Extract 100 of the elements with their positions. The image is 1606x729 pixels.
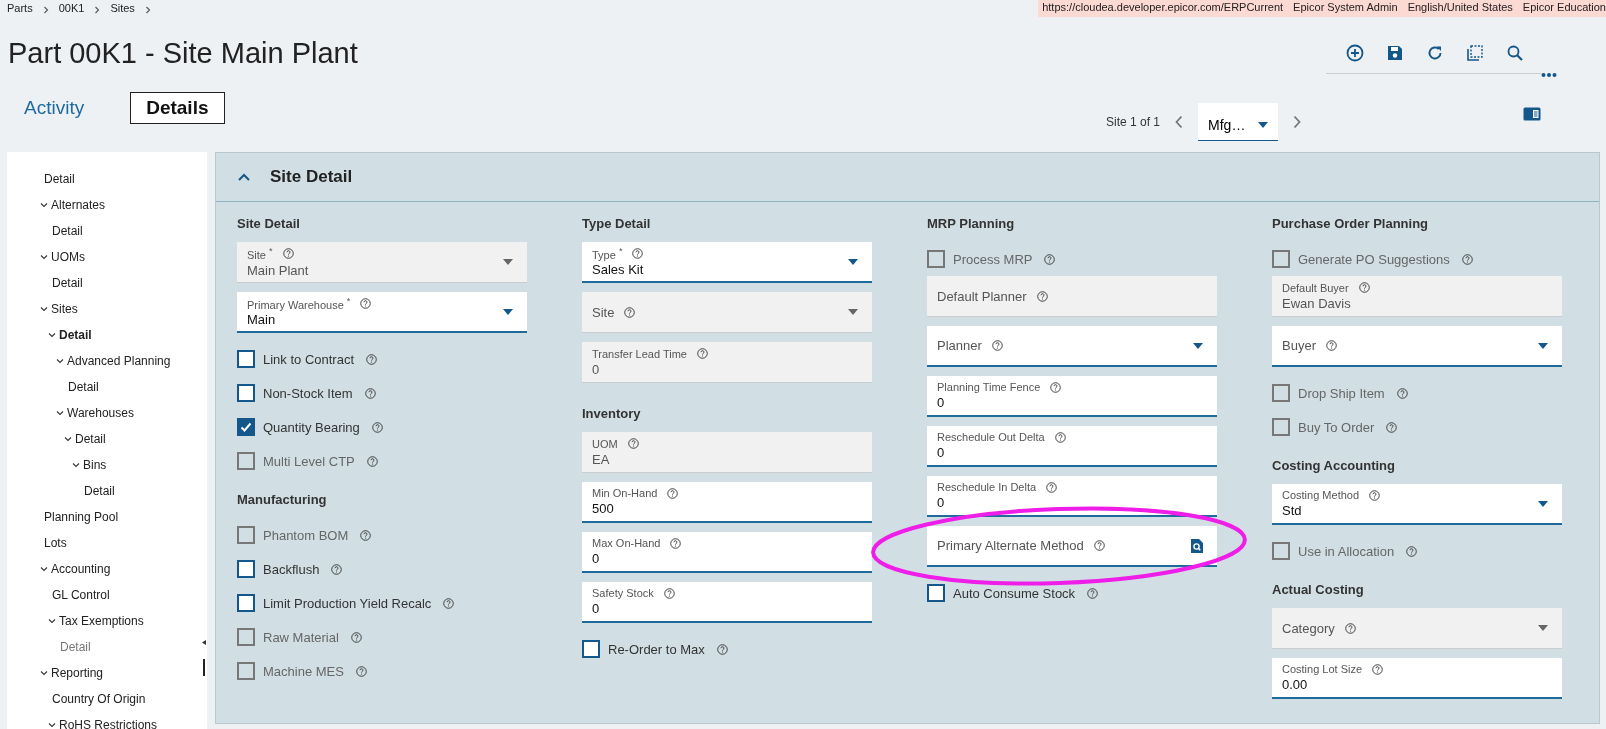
tree-item[interactable]: Detail (7, 270, 207, 296)
help-icon[interactable] (443, 597, 455, 609)
input-field[interactable]: Reschedule Out Delta 0 (927, 426, 1217, 467)
help-icon[interactable] (663, 587, 675, 599)
tree-item[interactable]: RoHS Restrictions (7, 712, 207, 729)
dropdown-field[interactable]: Costing Method Std (1272, 484, 1562, 525)
tree-item[interactable]: Lots (7, 530, 207, 556)
tree-item[interactable]: Detail (7, 218, 207, 244)
tree-item[interactable]: Alternates (7, 192, 207, 218)
help-icon[interactable] (624, 306, 636, 318)
help-icon[interactable] (350, 631, 362, 643)
tree-item[interactable]: Tax Exemptions (7, 608, 207, 634)
help-icon[interactable] (716, 643, 728, 655)
tree-item[interactable]: Planning Pool (7, 504, 207, 530)
input-field[interactable]: Reschedule In Delta 0 (927, 476, 1217, 517)
help-icon[interactable] (1087, 587, 1099, 599)
help-icon[interactable] (1372, 663, 1384, 675)
help-icon[interactable] (1046, 481, 1058, 493)
checkbox[interactable] (582, 640, 600, 658)
next-icon[interactable] (1292, 115, 1303, 129)
help-icon[interactable] (991, 340, 1003, 351)
tree-item[interactable]: Detail (7, 374, 207, 400)
tree-item[interactable]: Detail (7, 166, 207, 192)
tab[interactable]: Details (130, 92, 225, 124)
lookup-field[interactable]: Primary Alternate Method (927, 526, 1217, 567)
help-icon[interactable] (366, 353, 378, 365)
input-field[interactable]: Default Buyer Ewan Davis (1272, 276, 1562, 317)
tree-item[interactable]: Detail (7, 426, 207, 452)
checkbox[interactable] (237, 418, 255, 436)
help-icon[interactable] (627, 438, 639, 449)
more-icon[interactable] (1541, 72, 1557, 78)
input-field[interactable]: Safety Stock 0 (582, 582, 872, 623)
input-field[interactable]: Default Planner (927, 276, 1217, 317)
help-icon[interactable] (1396, 387, 1408, 399)
help-icon[interactable] (364, 387, 376, 399)
add-icon[interactable] (1346, 44, 1364, 62)
input-field[interactable]: UOM EA (582, 432, 872, 473)
selection-icon[interactable] (1466, 44, 1484, 62)
help-icon[interactable] (1054, 431, 1066, 443)
breadcrumb-link[interactable]: 00K1 (58, 2, 85, 17)
help-icon[interactable] (1386, 421, 1398, 433)
checkbox[interactable] (927, 584, 945, 602)
save-icon[interactable] (1386, 44, 1404, 62)
dropdown-field[interactable]: Site $^{*}$ Main Plant (237, 242, 527, 283)
breadcrumb-link[interactable]: Sites (110, 2, 135, 17)
tree-item[interactable]: Warehouses (7, 400, 207, 426)
help-icon[interactable] (1325, 340, 1337, 351)
record-selector[interactable]: Mfg… (1198, 103, 1279, 141)
help-icon[interactable] (282, 248, 294, 259)
tree-item[interactable]: Country Of Origin (7, 686, 207, 712)
tree-item[interactable]: Accounting (7, 556, 207, 582)
help-icon[interactable] (1093, 540, 1105, 551)
refresh-icon[interactable] (1426, 44, 1444, 62)
previous-icon[interactable] (1174, 115, 1185, 129)
help-icon[interactable] (632, 247, 644, 259)
input-field[interactable]: Costing Lot Size 0.00 (1272, 658, 1562, 699)
dropdown-field[interactable]: Type $^{*}$ Sales Kit (582, 242, 872, 283)
help-icon[interactable] (670, 537, 682, 549)
search-icon[interactable] (1191, 538, 1203, 553)
tree-item[interactable]: UOMs (7, 244, 207, 270)
breadcrumb-link[interactable]: Parts (7, 2, 33, 17)
dropdown-field[interactable]: Primary Warehouse $^{*}$ Main (237, 292, 527, 333)
tree-item[interactable]: Advanced Planning (7, 348, 207, 374)
help-icon[interactable] (366, 455, 378, 467)
help-icon[interactable] (1050, 381, 1062, 393)
checkbox[interactable] (237, 384, 255, 402)
input-field[interactable]: Min On-Hand 500 (582, 482, 872, 523)
help-icon[interactable] (331, 563, 343, 575)
checkbox[interactable] (237, 350, 255, 368)
checkbox[interactable] (237, 560, 255, 578)
dropdown-field[interactable]: Site (582, 292, 872, 333)
help-icon[interactable] (1344, 622, 1356, 634)
help-icon[interactable] (1036, 290, 1048, 302)
dropdown-field[interactable]: Planner (927, 326, 1217, 367)
tree-item[interactable]: Detail (7, 478, 207, 504)
collapse-handle-icon[interactable] (201, 637, 207, 677)
side-panel-icon[interactable] (1523, 107, 1541, 121)
search-icon[interactable] (1506, 44, 1524, 62)
tree-item[interactable]: Bins (7, 452, 207, 478)
dropdown-field[interactable]: Buyer (1272, 326, 1562, 367)
help-icon[interactable] (1461, 253, 1473, 265)
collapse-icon[interactable] (238, 173, 250, 181)
tree-item[interactable]: GL Control (7, 582, 207, 608)
dropdown-field[interactable]: Category (1272, 608, 1562, 649)
help-icon[interactable] (1369, 489, 1381, 501)
input-field[interactable]: Transfer Lead Time 0 (582, 342, 872, 383)
tab[interactable]: Activity (8, 92, 101, 124)
tree-item[interactable]: Reporting (7, 660, 207, 686)
input-field[interactable]: Planning Time Fence 0 (927, 376, 1217, 417)
help-icon[interactable] (667, 487, 679, 499)
input-field[interactable]: Max On-Hand 0 (582, 532, 872, 573)
help-icon[interactable] (1406, 545, 1418, 557)
help-icon[interactable] (1358, 282, 1370, 293)
help-icon[interactable] (371, 421, 383, 433)
help-icon[interactable] (355, 665, 367, 677)
tree-item[interactable]: Detail (7, 322, 207, 348)
help-icon[interactable] (360, 297, 372, 309)
help-icon[interactable] (696, 348, 708, 359)
help-icon[interactable] (1044, 253, 1056, 265)
help-icon[interactable] (360, 529, 372, 541)
